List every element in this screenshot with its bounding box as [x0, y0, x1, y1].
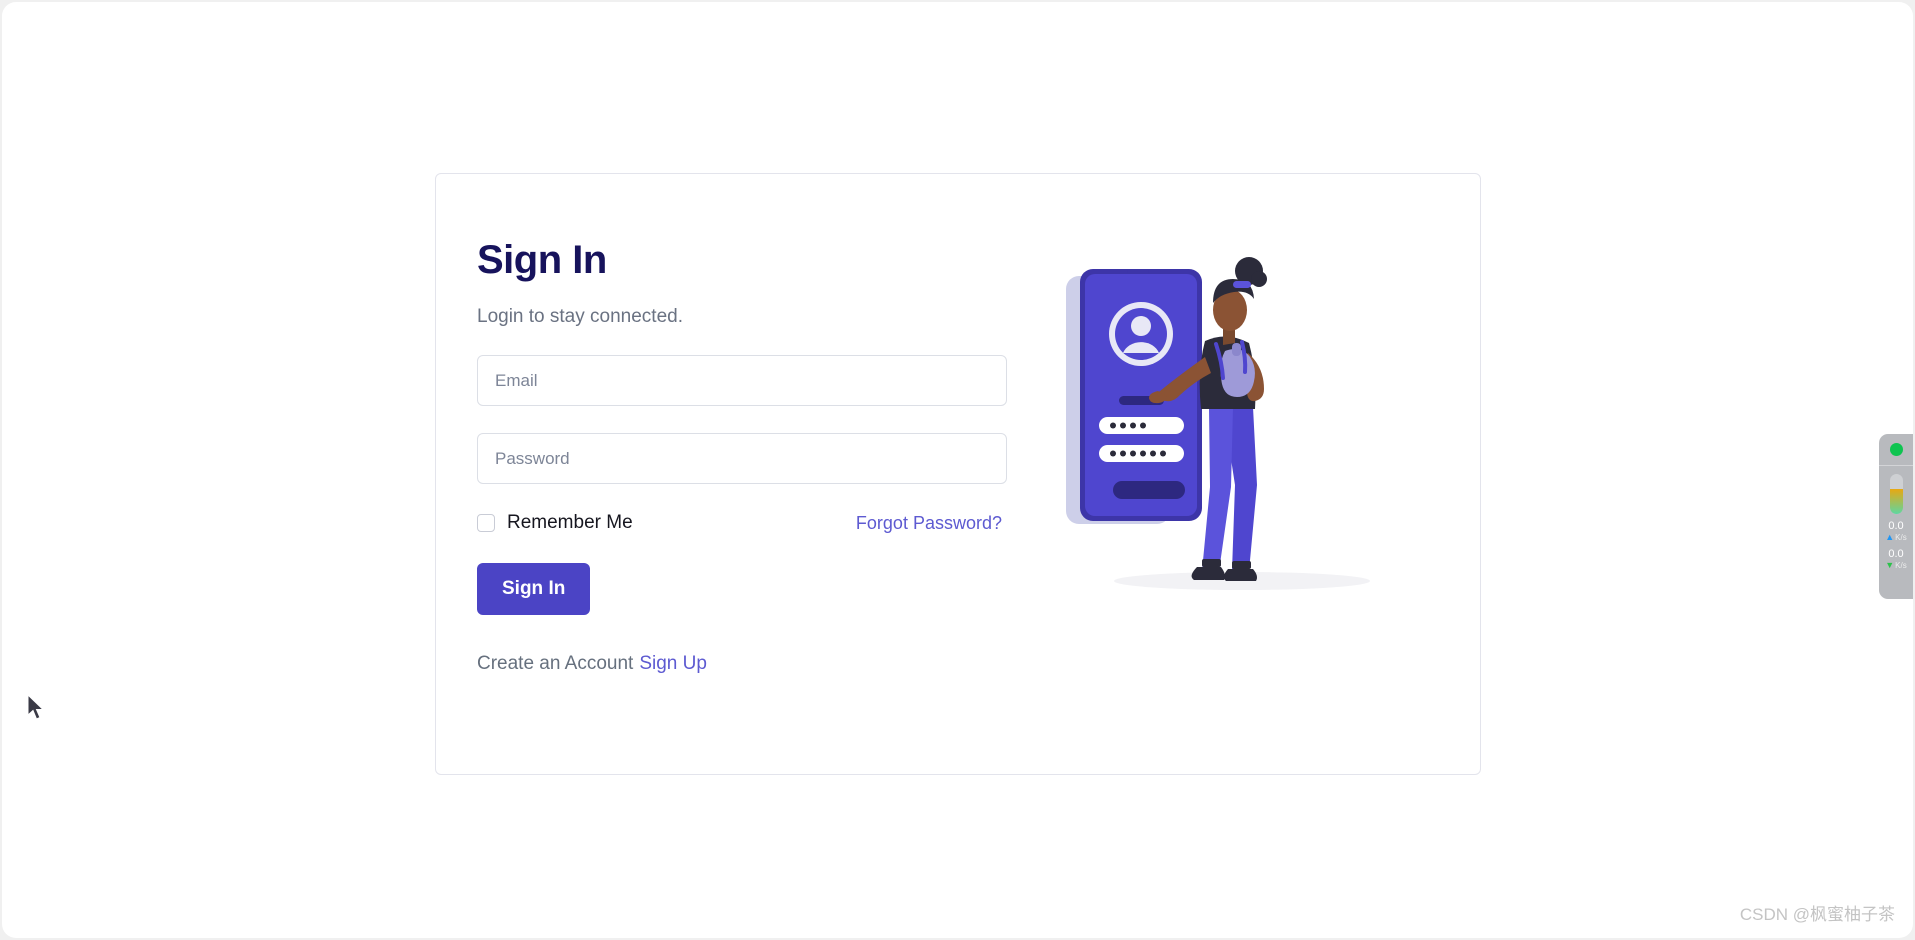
- remember-me-label: Remember Me: [507, 512, 633, 533]
- sign-in-form: Sign In Login to stay connected. Remembe…: [477, 229, 1007, 675]
- email-input[interactable]: [495, 370, 989, 391]
- email-field[interactable]: [477, 355, 1007, 406]
- page-title: Sign In: [477, 238, 607, 282]
- mouse-cursor: [27, 694, 45, 720]
- download-speed-block: 0.0 ▼ K/s: [1879, 549, 1913, 570]
- create-account-row: Create an Account Sign Up: [477, 653, 1007, 675]
- create-account-text: Create an Account: [477, 653, 634, 674]
- down-arrow-icon: ▼: [1885, 560, 1895, 570]
- widget-divider: [1879, 465, 1913, 466]
- form-options-row: Remember Me Forgot Password?: [477, 512, 1007, 534]
- login-illustration-svg: [1066, 257, 1370, 590]
- network-speed-widget[interactable]: 0.0 ▲ K/s 0.0 ▼ K/s: [1879, 434, 1913, 599]
- upload-speed-value: 0.0: [1888, 520, 1904, 532]
- sign-in-button[interactable]: Sign In: [477, 563, 591, 615]
- card-content: Sign In Login to stay connected. Remembe…: [477, 229, 1439, 774]
- remember-me-checkbox[interactable]: [477, 514, 495, 532]
- login-illustration: [1027, 229, 1457, 629]
- sign-up-link[interactable]: Sign Up: [639, 653, 707, 674]
- download-speed-value: 0.0: [1888, 548, 1904, 560]
- up-arrow-icon: ▲: [1885, 532, 1895, 542]
- download-speed-unit-row: ▼ K/s: [1879, 561, 1913, 570]
- memory-gauge-fill: [1889, 489, 1903, 514]
- page-subtitle: Login to stay connected.: [477, 306, 683, 327]
- upload-speed-unit-row: ▲ K/s: [1879, 533, 1913, 542]
- password-input[interactable]: [495, 448, 989, 469]
- upload-speed-unit: K/s: [1895, 532, 1907, 542]
- forgot-password-link[interactable]: Forgot Password?: [856, 513, 1002, 534]
- memory-gauge: [1889, 474, 1903, 514]
- status-indicator-dot: [1889, 443, 1903, 456]
- upload-speed-block: 0.0 ▲ K/s: [1879, 521, 1913, 542]
- password-field[interactable]: [477, 433, 1007, 484]
- sign-in-card: Sign In Login to stay connected. Remembe…: [435, 173, 1481, 775]
- browser-viewport: Sign In Login to stay connected. Remembe…: [2, 2, 1913, 938]
- watermark: CSDN @枫蜜柚子茶: [1739, 905, 1895, 924]
- download-speed-unit: K/s: [1895, 560, 1907, 570]
- remember-me-control[interactable]: Remember Me: [477, 512, 633, 534]
